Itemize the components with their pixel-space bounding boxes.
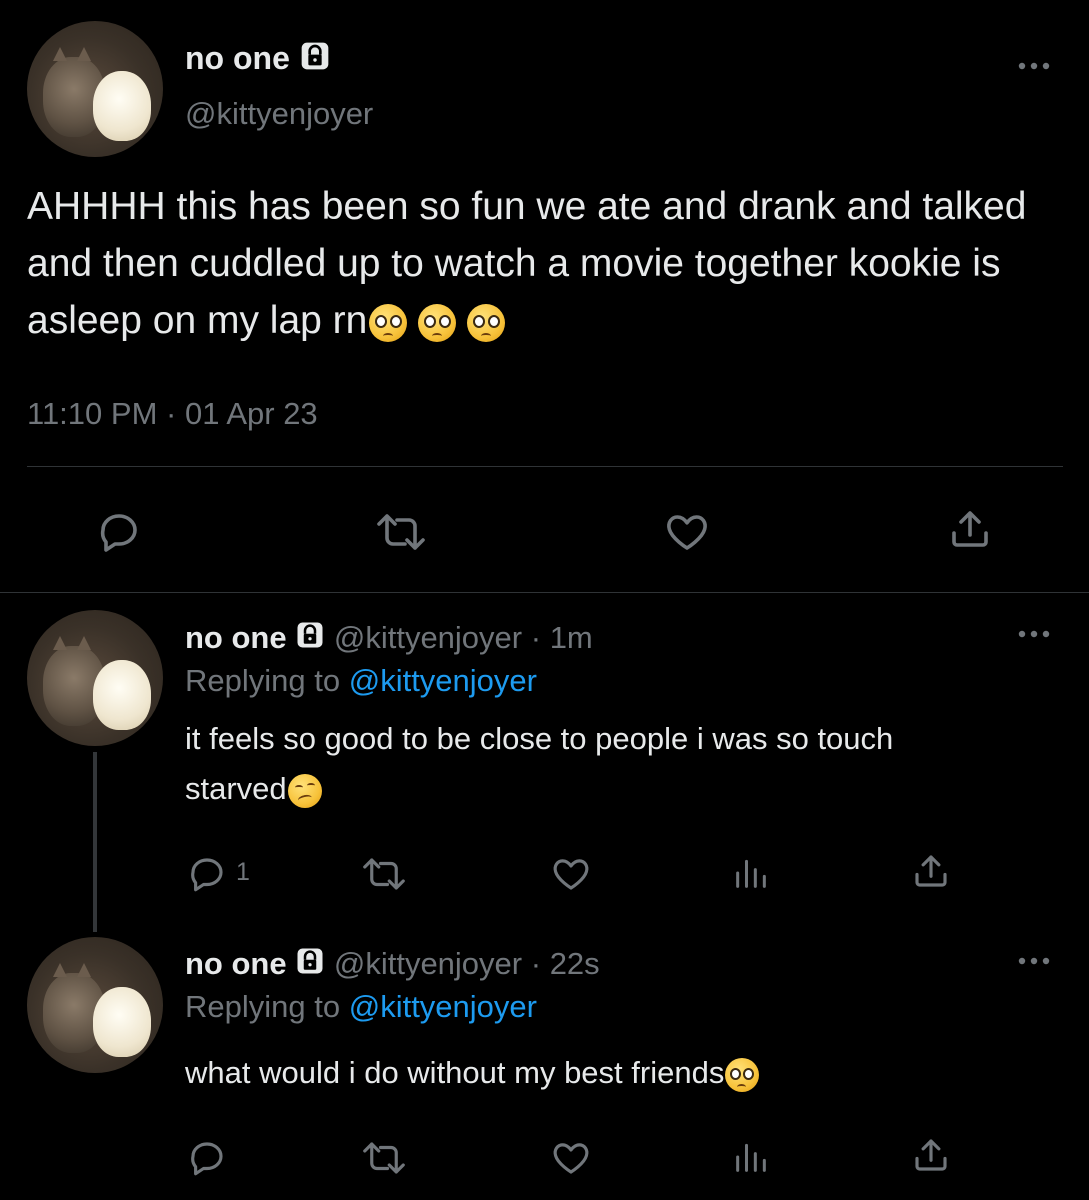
author-handle[interactable]: @kittyenjoyer	[334, 946, 522, 981]
lamp-image	[93, 660, 151, 730]
retweet-icon[interactable]	[356, 1137, 412, 1179]
more-horizontal-icon[interactable]	[1016, 953, 1052, 969]
woozy-face-emoji	[287, 773, 322, 808]
tweet-text: AHHHH this has been so fun we ate and dr…	[27, 178, 1067, 349]
tweet-divider	[0, 592, 1089, 593]
cat-ear	[53, 636, 67, 650]
author-row: no one	[185, 38, 331, 81]
replying-label: Replying to	[185, 989, 349, 1024]
retweet-icon[interactable]	[356, 853, 412, 895]
heart-icon[interactable]	[549, 1137, 593, 1179]
share-icon[interactable]	[946, 505, 994, 553]
divider	[27, 466, 1063, 467]
views-icon[interactable]	[731, 853, 771, 893]
reply-header: no one @kittyenjoyer · 1m	[185, 618, 593, 660]
time-separator: ·	[522, 946, 550, 981]
reply-icon[interactable]	[186, 1137, 228, 1179]
pleading-face-emoji	[467, 303, 506, 342]
heart-icon[interactable]	[662, 508, 712, 556]
lock-icon	[295, 620, 325, 660]
cat-ear	[77, 963, 91, 977]
reply-text-content: what would i do without my best friends	[185, 1055, 725, 1090]
reply-text: what would i do without my best friends	[185, 1048, 1065, 1098]
replying-handle-link[interactable]: @kittyenjoyer	[349, 663, 537, 698]
time-ago[interactable]: 22s	[550, 946, 600, 981]
avatar[interactable]	[27, 937, 163, 1073]
replying-label: Replying to	[185, 663, 349, 698]
cat-ear	[53, 47, 67, 61]
heart-icon[interactable]	[549, 853, 593, 895]
pleading-face-emoji	[725, 1057, 760, 1092]
reply-header: no one @kittyenjoyer · 22s	[185, 944, 600, 986]
thread-line	[93, 752, 97, 932]
replying-to: Replying to @kittyenjoyer	[185, 661, 537, 701]
tweet-timestamp[interactable]: 11:10 PM · 01 Apr 23	[27, 396, 318, 432]
lock-icon	[295, 946, 325, 986]
reply-text-word: starved	[185, 771, 287, 806]
reply-text: it feels so good to be close to people i…	[185, 714, 1065, 814]
date-separator: ·	[157, 396, 185, 431]
pleading-face-emoji	[369, 303, 408, 342]
more-horizontal-icon[interactable]	[1016, 626, 1052, 642]
tweet-text-content: AHHHH this has been so fun we ate and dr…	[27, 185, 1027, 342]
lamp-image	[93, 987, 151, 1057]
reply-icon[interactable]	[95, 508, 143, 556]
pleading-face-emoji	[418, 303, 457, 342]
cat-ear	[53, 963, 67, 977]
tweet-time: 11:10 PM	[27, 396, 158, 431]
share-icon[interactable]	[910, 850, 952, 892]
retweet-icon[interactable]	[369, 508, 433, 556]
avatar[interactable]	[27, 610, 163, 746]
author-handle[interactable]: @kittyenjoyer	[185, 96, 373, 132]
time-ago[interactable]: 1m	[550, 620, 593, 655]
more-horizontal-icon[interactable]	[1016, 58, 1052, 74]
replying-to: Replying to @kittyenjoyer	[185, 987, 537, 1027]
share-icon[interactable]	[910, 1134, 952, 1176]
reply-text-line2: starved	[185, 764, 1065, 814]
reply-text-line: it feels so good to be close to people i…	[185, 721, 894, 756]
author-name[interactable]: no one	[185, 620, 287, 655]
author-name[interactable]: no one	[185, 40, 290, 76]
lock-icon	[299, 40, 331, 81]
avatar[interactable]	[27, 21, 163, 157]
author-handle[interactable]: @kittyenjoyer	[334, 620, 522, 655]
time-separator: ·	[522, 620, 550, 655]
replying-handle-link[interactable]: @kittyenjoyer	[349, 989, 537, 1024]
cat-ear	[77, 47, 91, 61]
author-name[interactable]: no one	[185, 946, 287, 981]
reply-icon[interactable]	[186, 853, 228, 895]
views-icon[interactable]	[731, 1137, 771, 1177]
tweet-date: 01 Apr 23	[184, 396, 318, 431]
reply-count: 1	[236, 858, 250, 886]
lamp-image	[93, 71, 151, 141]
cat-ear	[77, 636, 91, 650]
